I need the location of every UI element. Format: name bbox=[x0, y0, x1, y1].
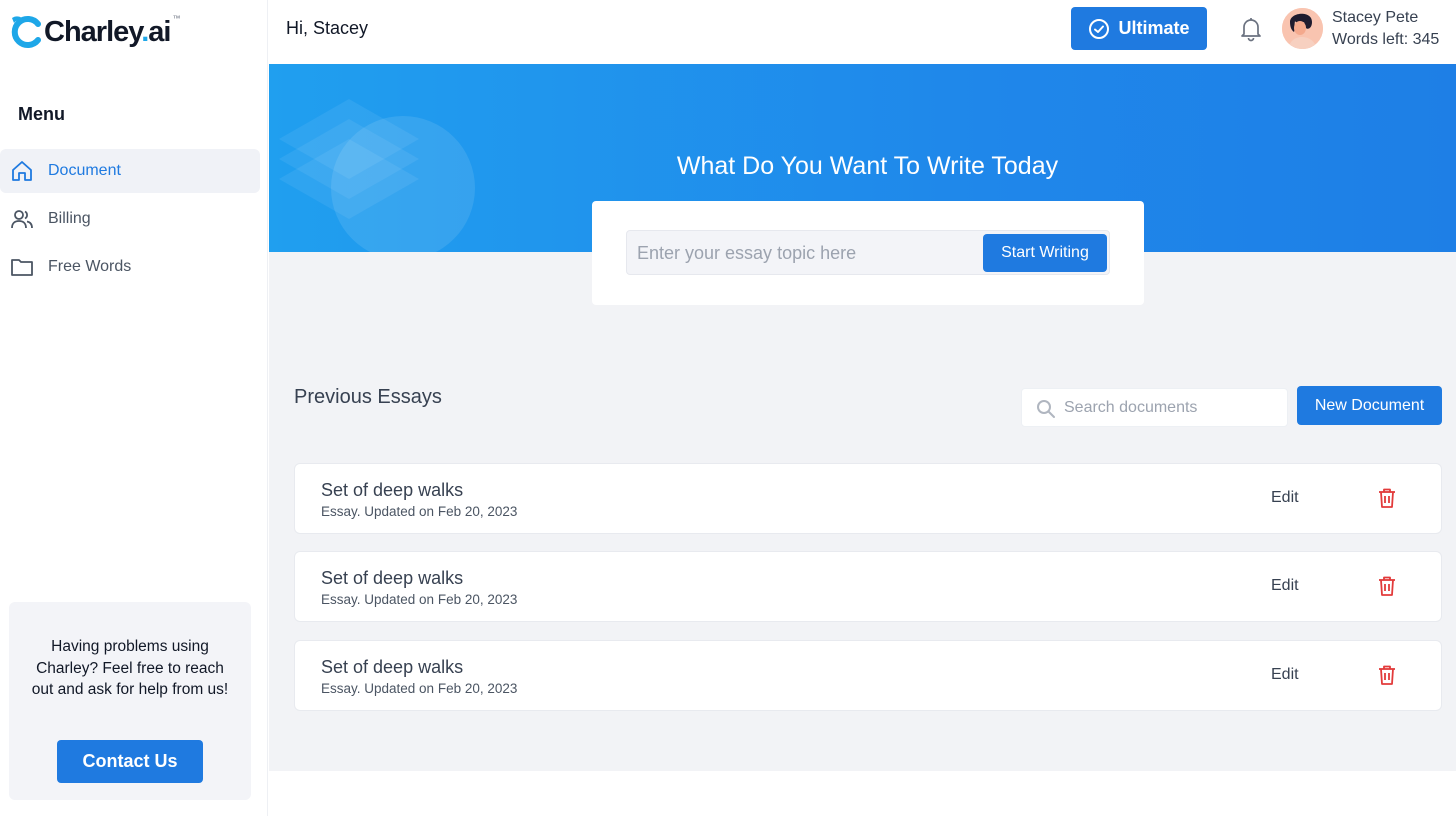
essay-title: Set of deep walks bbox=[321, 657, 464, 677]
greeting: Hi, Stacey bbox=[286, 18, 369, 38]
ultimate-plan-button[interactable]: Ultimate bbox=[1071, 7, 1207, 50]
trash-icon[interactable] bbox=[1378, 488, 1396, 513]
user-name: Stacey Pete bbox=[1332, 9, 1419, 26]
main-content: What Do You Want To Write Today Start Wr… bbox=[269, 64, 1456, 771]
search-input[interactable] bbox=[1064, 395, 1279, 421]
sidebar-item-billing[interactable]: Billing bbox=[0, 197, 260, 241]
sidebar: Charley.ai ™ Menu Document Billing Free … bbox=[0, 0, 268, 816]
trash-icon[interactable] bbox=[1378, 665, 1396, 690]
menu-title: Menu bbox=[18, 104, 65, 124]
trash-icon[interactable] bbox=[1378, 576, 1396, 601]
help-card: Having problems using Charley? Feel free… bbox=[9, 602, 251, 800]
contact-us-button[interactable]: Contact Us bbox=[57, 740, 203, 783]
essay-meta: Essay. Updated on Feb 20, 2023 bbox=[321, 681, 518, 696]
bell-icon[interactable] bbox=[1239, 16, 1263, 47]
sidebar-item-label: Free Words bbox=[48, 258, 132, 275]
check-circle-icon bbox=[1088, 18, 1110, 40]
essay-title: Set of deep walks bbox=[321, 568, 464, 588]
search-documents[interactable] bbox=[1021, 388, 1288, 427]
previous-essays-title: Previous Essays bbox=[294, 386, 442, 408]
charley-logo[interactable]: Charley.ai ™ bbox=[8, 12, 180, 52]
essay-row[interactable]: Set of deep walks Essay. Updated on Feb … bbox=[294, 640, 1442, 711]
essay-title: Set of deep walks bbox=[321, 480, 464, 500]
charley-logo-icon bbox=[11, 16, 41, 48]
words-left: Words left: 345 bbox=[1332, 31, 1440, 48]
essay-meta: Essay. Updated on Feb 20, 2023 bbox=[321, 504, 518, 519]
ultimate-label: Ultimate bbox=[1118, 18, 1190, 38]
essay-row[interactable]: Set of deep walks Essay. Updated on Feb … bbox=[294, 551, 1442, 622]
essay-row[interactable]: Set of deep walks Essay. Updated on Feb … bbox=[294, 463, 1442, 534]
help-text: Having problems using Charley? Feel free… bbox=[31, 638, 229, 698]
search-icon bbox=[1036, 399, 1056, 424]
edit-button[interactable]: Edit bbox=[1271, 666, 1299, 684]
essay-topic-card: Start Writing bbox=[592, 201, 1144, 305]
edit-button[interactable]: Edit bbox=[1271, 489, 1299, 507]
hero-decoration-circle bbox=[331, 116, 475, 252]
sidebar-item-free-words[interactable]: Free Words bbox=[0, 245, 260, 289]
hero-title: What Do You Want To Write Today bbox=[676, 152, 1059, 180]
logo-wordmark: Charley.ai bbox=[44, 15, 171, 48]
sidebar-item-label: Billing bbox=[48, 210, 91, 227]
trademark-mark: ™ bbox=[172, 13, 181, 23]
avatar[interactable] bbox=[1282, 8, 1323, 49]
users-icon bbox=[10, 207, 34, 231]
sidebar-item-label: Document bbox=[48, 162, 121, 179]
start-writing-button[interactable]: Start Writing bbox=[983, 234, 1107, 272]
new-document-button[interactable]: New Document bbox=[1297, 386, 1442, 425]
edit-button[interactable]: Edit bbox=[1271, 577, 1299, 595]
essay-topic-box: Start Writing bbox=[626, 230, 1110, 275]
essay-topic-input[interactable] bbox=[637, 237, 977, 269]
sidebar-item-document[interactable]: Document bbox=[0, 149, 260, 193]
sidebar-nav: Document Billing Free Words bbox=[0, 149, 260, 293]
home-icon bbox=[10, 159, 34, 183]
top-bar: Hi, Stacey Ultimate Stacey Pete Words le… bbox=[269, 0, 1456, 64]
folder-icon bbox=[10, 255, 34, 279]
essay-meta: Essay. Updated on Feb 20, 2023 bbox=[321, 592, 518, 607]
